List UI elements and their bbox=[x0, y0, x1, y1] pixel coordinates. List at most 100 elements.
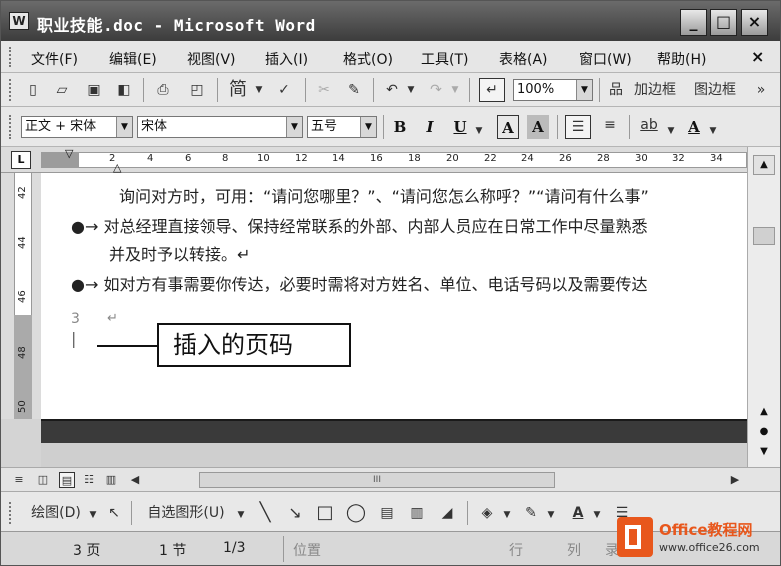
scroll-left-icon[interactable]: ◀ bbox=[127, 472, 143, 488]
menu-tools[interactable]: 工具(T) bbox=[421, 49, 468, 69]
menu-edit[interactable]: 编辑(E) bbox=[109, 49, 157, 69]
separator bbox=[557, 115, 558, 139]
permission-icon[interactable]: ◧ bbox=[113, 80, 135, 100]
spelling-icon[interactable]: ✓ bbox=[271, 80, 297, 100]
outline-view-icon[interactable]: ☷ bbox=[81, 472, 97, 488]
tab-selector[interactable]: L bbox=[11, 151, 31, 169]
horizontal-scrollbar[interactable]: ≡ ◫ ▤ ☷ ▥ ◀ III ▶ bbox=[1, 467, 780, 491]
show-formatting-icon[interactable]: ↵ bbox=[479, 78, 505, 102]
underline-button[interactable]: U bbox=[449, 115, 471, 139]
line-color-icon[interactable]: ✎ bbox=[519, 503, 543, 523]
scroll-up-icon[interactable]: ▲ bbox=[753, 155, 775, 175]
align-center-icon[interactable]: ≡ bbox=[597, 115, 623, 135]
bold-button[interactable]: B bbox=[389, 115, 411, 139]
org-chart-icon[interactable]: 品 bbox=[605, 80, 627, 100]
simplified-chinese-button[interactable]: 简 bbox=[223, 80, 253, 100]
word-app-icon[interactable]: W bbox=[9, 12, 29, 30]
print-preview-icon[interactable]: ◰ bbox=[185, 80, 209, 100]
zoom-select[interactable]: 100% ▼ bbox=[513, 79, 593, 101]
first-line-indent-marker[interactable]: ▽ bbox=[65, 147, 73, 160]
save-icon[interactable]: ▣ bbox=[83, 80, 105, 100]
menu-file[interactable]: 文件(F) bbox=[31, 49, 78, 69]
toolbar-options-icon[interactable]: » bbox=[753, 80, 769, 100]
close-button[interactable]: × bbox=[741, 9, 768, 36]
oval-tool-icon[interactable]: ◯ bbox=[343, 503, 369, 523]
document-area[interactable]: 询问对方时，可用：“请问您哪里？”、“请问您怎么称呼？”“请问有什么事” ●→ … bbox=[41, 173, 747, 419]
ruler-tick: 24 bbox=[521, 153, 534, 164]
chevron-down-icon[interactable]: ▼ bbox=[473, 121, 485, 141]
font-size-select[interactable]: 五号 ▼ bbox=[307, 116, 377, 138]
add-border-button[interactable]: 加边框 bbox=[629, 80, 681, 100]
chevron-down-icon[interactable]: ▼ bbox=[405, 80, 417, 100]
chevron-down-icon[interactable]: ▼ bbox=[235, 505, 247, 525]
toolbar-grip[interactable] bbox=[9, 502, 13, 524]
style-select[interactable]: 正文 + 宋体 ▼ bbox=[21, 116, 133, 138]
font-color-button[interactable]: A bbox=[683, 115, 705, 139]
menu-window[interactable]: 窗口(W) bbox=[579, 49, 632, 69]
highlight-icon[interactable]: ab bbox=[635, 115, 663, 135]
menu-view[interactable]: 视图(V) bbox=[187, 49, 236, 69]
vertical-scroll-thumb[interactable] bbox=[753, 227, 775, 245]
menu-table[interactable]: 表格(A) bbox=[499, 49, 548, 69]
menu-format[interactable]: 格式(O) bbox=[343, 49, 393, 69]
ruler-tick: 28 bbox=[597, 153, 610, 164]
fill-color-icon[interactable]: ◈ bbox=[475, 503, 499, 523]
new-icon[interactable]: ▯ bbox=[23, 80, 43, 100]
chevron-down-icon[interactable]: ▼ bbox=[449, 80, 461, 100]
select-objects-icon[interactable]: ↖ bbox=[105, 503, 123, 523]
chevron-down-icon[interactable]: ▼ bbox=[501, 505, 513, 525]
arrow-tool-icon[interactable]: ↘ bbox=[285, 503, 305, 523]
format-painter-icon[interactable]: ✎ bbox=[343, 80, 365, 100]
rectangle-tool-icon[interactable]: □ bbox=[313, 503, 337, 523]
browse-object-icon[interactable]: ● bbox=[753, 423, 775, 443]
char-border-button[interactable]: A bbox=[497, 115, 519, 139]
print-icon[interactable]: ⎙ bbox=[151, 80, 175, 100]
minimize-button[interactable]: _ bbox=[680, 9, 707, 36]
line-tool-icon[interactable]: ╲ bbox=[255, 503, 275, 523]
chevron-down-icon[interactable]: ▼ bbox=[253, 80, 265, 100]
menu-grip[interactable] bbox=[9, 47, 13, 67]
chevron-down-icon[interactable]: ▼ bbox=[87, 505, 99, 525]
align-justify-icon[interactable]: ☰ bbox=[565, 115, 591, 139]
next-page-icon[interactable]: ▼ bbox=[753, 443, 775, 463]
toolbar-grip[interactable] bbox=[9, 115, 13, 139]
scroll-right-icon[interactable]: ▶ bbox=[727, 472, 743, 488]
italic-button[interactable]: I bbox=[419, 115, 441, 139]
wordart-icon[interactable]: ◢ bbox=[435, 503, 459, 523]
chevron-down-icon[interactable]: ▼ bbox=[707, 121, 719, 141]
open-icon[interactable]: ▱ bbox=[51, 80, 73, 100]
menu-help[interactable]: 帮助(H) bbox=[657, 49, 706, 69]
cut-icon[interactable]: ✂ bbox=[313, 80, 335, 100]
chevron-down-icon[interactable]: ▼ bbox=[665, 121, 677, 141]
web-view-icon[interactable]: ◫ bbox=[35, 472, 51, 488]
image-border-button[interactable]: 图边框 bbox=[689, 80, 741, 100]
chevron-down-icon[interactable]: ▼ bbox=[286, 117, 302, 137]
undo-icon[interactable]: ↶ bbox=[381, 80, 403, 100]
textbox-tool-icon[interactable]: ▤ bbox=[375, 503, 399, 523]
redo-icon[interactable]: ↷ bbox=[425, 80, 447, 100]
font-select[interactable]: 宋体 ▼ bbox=[137, 116, 303, 138]
prev-page-icon[interactable]: ▲ bbox=[753, 403, 775, 423]
separator bbox=[467, 501, 468, 525]
vertical-textbox-icon[interactable]: ▥ bbox=[405, 503, 429, 523]
draw-menu-button[interactable]: 绘图(D) bbox=[21, 503, 91, 523]
reading-view-icon[interactable]: ▥ bbox=[103, 472, 119, 488]
chevron-down-icon[interactable]: ▼ bbox=[576, 80, 592, 100]
maximize-button[interactable]: □ bbox=[710, 9, 737, 36]
chevron-down-icon[interactable]: ▼ bbox=[545, 505, 557, 525]
autoshapes-button[interactable]: 自选图形(U) bbox=[137, 503, 235, 523]
horizontal-scroll-thumb[interactable]: III bbox=[199, 472, 555, 488]
office26-watermark: Office教程网 www.office26.com bbox=[613, 511, 779, 563]
doc-close-button[interactable]: × bbox=[751, 47, 764, 66]
page-boundary bbox=[41, 419, 747, 443]
char-shading-button[interactable]: A bbox=[527, 115, 549, 139]
normal-view-icon[interactable]: ≡ bbox=[11, 472, 27, 488]
chevron-down-icon[interactable]: ▼ bbox=[591, 505, 603, 525]
menu-insert[interactable]: 插入(I) bbox=[265, 49, 308, 69]
print-layout-icon[interactable]: ▤ bbox=[59, 472, 75, 488]
draw-font-color-icon[interactable]: A bbox=[567, 503, 589, 523]
chevron-down-icon[interactable]: ▼ bbox=[360, 117, 376, 137]
chevron-down-icon[interactable]: ▼ bbox=[116, 117, 132, 137]
toolbar-grip[interactable] bbox=[9, 79, 13, 101]
vertical-scrollbar[interactable]: ▲ ▲ ● ▼ bbox=[747, 147, 780, 467]
